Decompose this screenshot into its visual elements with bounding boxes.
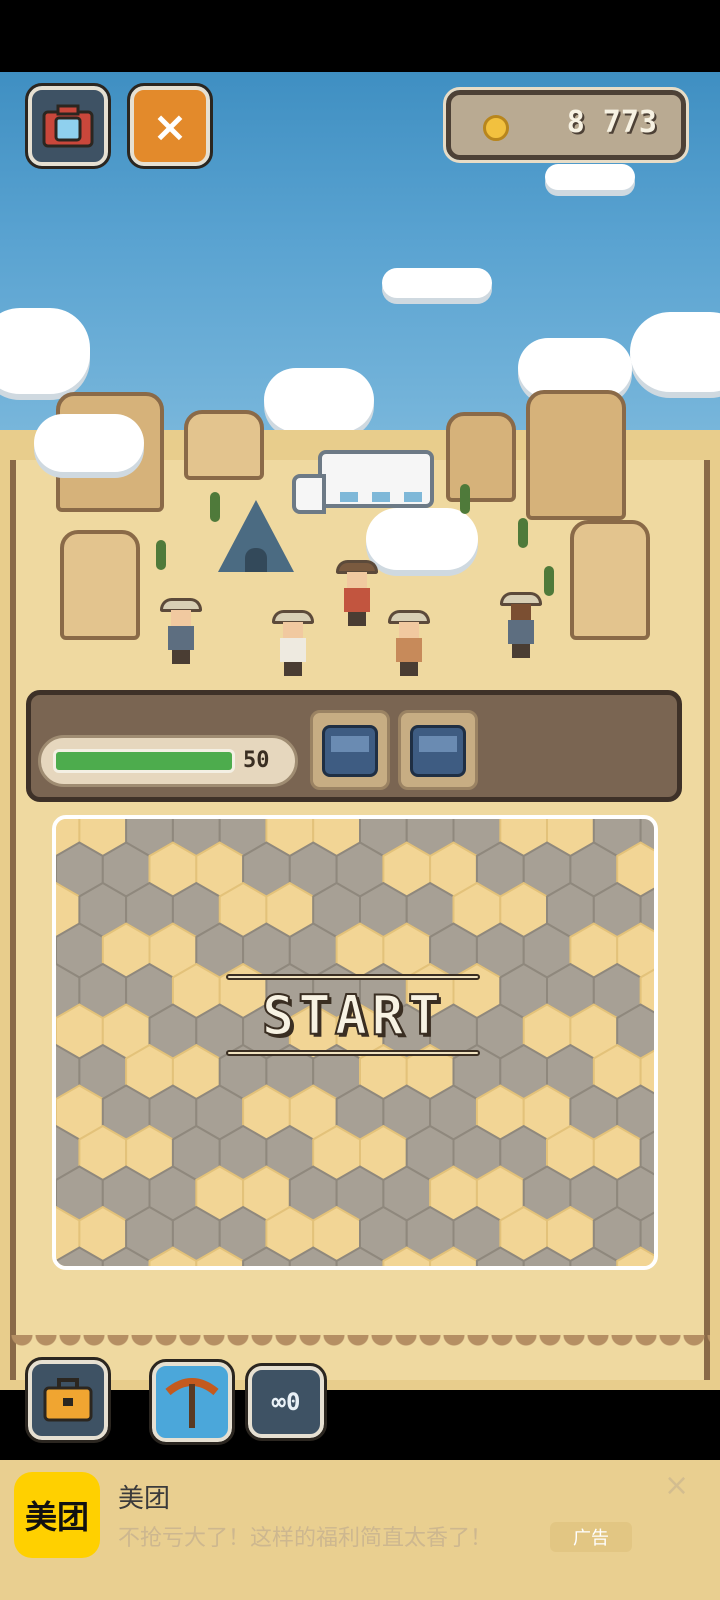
cactus [460,484,470,514]
toolbox-button[interactable] [25,1357,111,1443]
van-window [340,492,358,502]
cloud [382,268,492,298]
stamina-fill [56,752,232,770]
ad-description[interactable]: 不抢亏大了！这样的福利简直太香了！ [118,1520,492,1552]
archaeologist-worker [336,560,378,630]
rock-formation [570,520,650,640]
ad-title[interactable]: 美团 [118,1478,170,1515]
van-window [404,492,422,502]
cloud [264,368,374,432]
stamina-track [53,749,235,773]
stamina-value: 50 [243,748,270,773]
stamina-bar: 50 [38,735,298,787]
cloud [518,338,632,398]
camera-icon [42,104,94,148]
camper-van-cab [292,474,326,514]
cactus [544,566,554,596]
archaeologist-worker [272,610,314,680]
rock-formation [60,530,140,640]
start-divider-bottom [226,1050,480,1056]
start-label: START [261,983,445,1048]
mine-cart-icon [410,725,466,777]
close-icon: × [152,101,188,151]
cloud [0,308,90,394]
cloud [34,414,144,472]
van-window [372,492,390,502]
cloud [366,508,478,570]
sand-frame-edge [10,1335,710,1365]
ad-close-button[interactable]: × [664,1468,689,1503]
ad-logo[interactable]: 美团 [14,1472,100,1558]
ad-tag: 广告 [550,1522,632,1552]
coin-icon [483,115,509,141]
archaeologist-worker [388,610,430,680]
mine-cart-slot[interactable] [310,710,390,790]
start-button[interactable]: START [218,968,488,1068]
pickaxe-count-button[interactable]: ∞0 [245,1363,327,1441]
mine-cart-icon [322,725,378,777]
tent-door [245,548,267,572]
pickaxe-count: ∞0 [271,1388,301,1416]
mine-cart-slot[interactable] [398,710,478,790]
archaeologist-worker [160,598,202,668]
cactus [518,518,528,548]
start-divider-top [226,974,480,980]
toolbox-icon [43,1378,93,1422]
status-bar [0,0,720,72]
archaeologist-worker [500,592,542,662]
coin-amount: 8 773 [566,105,657,140]
coin-counter: 8 773 [443,87,689,163]
close-button[interactable]: × [127,83,213,169]
camera-button[interactable] [25,83,111,169]
cactus [210,492,220,522]
cloud [630,312,720,392]
rock-formation [184,410,264,480]
pickaxe-button[interactable] [149,1359,235,1445]
ad-banner[interactable]: 美团 美团 不抢亏大了！这样的福利简直太香了！ 广告 × [0,1460,720,1600]
rock-formation [446,412,516,502]
cloud [545,164,635,190]
pickaxe-icon [165,1378,219,1428]
cactus [156,540,166,570]
rock-formation [526,390,626,520]
